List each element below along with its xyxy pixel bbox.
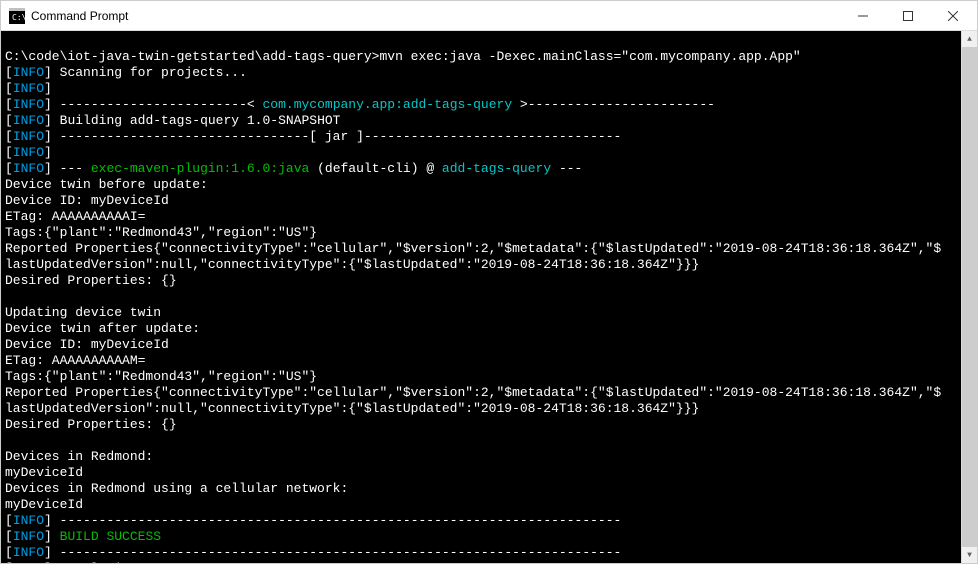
close-button[interactable] [930,1,975,30]
terminal-output[interactable]: C:\code\iot-java-twin-getstarted\add-tag… [1,31,961,563]
output-line: Reported Properties{"connectivityType":"… [5,241,941,256]
window-titlebar: C:\ Command Prompt [1,1,977,31]
vertical-scrollbar[interactable]: ▲ ▼ [961,31,977,563]
output-line: Device twin after update: [5,321,200,336]
output-line: myDeviceId [5,465,83,480]
scroll-up-arrow[interactable]: ▲ [962,31,977,47]
output-line: Device ID: myDeviceId [5,337,169,352]
output-line: lastUpdatedVersion":null,"connectivityTy… [5,257,699,272]
output-line: Tags:{"plant":"Redmond43","region":"US"} [5,369,317,384]
output-line: Desired Properties: {} [5,417,177,432]
cmd-icon: C:\ [9,8,25,24]
output-line: Building add-tags-query 1.0-SNAPSHOT [60,113,341,128]
total-time: Total time: 2.523 s [60,561,216,563]
plugin-name: exec-maven-plugin:1.6.0:java [91,161,309,176]
output-line: Reported Properties{"connectivityType":"… [5,385,941,400]
output-line: Desired Properties: {} [5,273,177,288]
command: mvn exec:java -Dexec.mainClass="com.myco… [379,49,800,64]
window-controls [840,1,975,30]
output-line: Updating device twin [5,305,161,320]
prompt: C:\code\iot-java-twin-getstarted\add-tag… [5,49,379,64]
output-line: Devices in Redmond: [5,449,153,464]
output-line: Tags:{"plant":"Redmond43","region":"US"} [5,225,317,240]
output-line: ETag: AAAAAAAAAAM= [5,353,145,368]
output-line: ETag: AAAAAAAAAAI= [5,209,145,224]
output-line: Scanning for projects... [60,65,247,80]
artifact-id: com.mycompany.app:add-tags-query [262,97,512,112]
scroll-down-arrow[interactable]: ▼ [962,547,977,563]
build-success: BUILD SUCCESS [60,529,161,544]
minimize-button[interactable] [840,1,885,30]
output-line: lastUpdatedVersion":null,"connectivityTy… [5,401,699,416]
output-line: Device ID: myDeviceId [5,193,169,208]
svg-text:C:\: C:\ [12,13,25,22]
info-tag: INFO [13,65,44,80]
window-title: Command Prompt [31,9,840,23]
maximize-button[interactable] [885,1,930,30]
output-line: Device twin before update: [5,177,208,192]
scroll-thumb[interactable] [962,47,977,547]
output-line: Devices in Redmond using a cellular netw… [5,481,348,496]
output-line: myDeviceId [5,497,83,512]
